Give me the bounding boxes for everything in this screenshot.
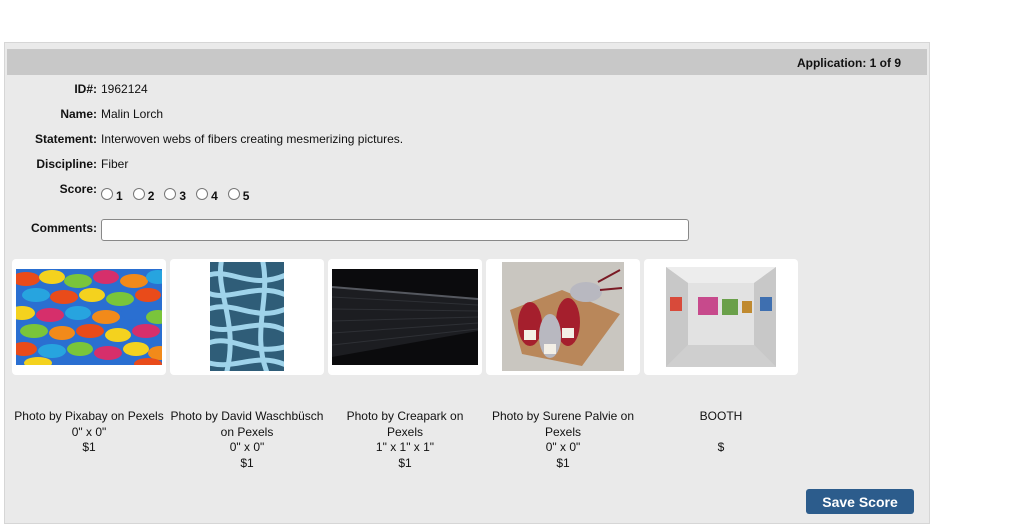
score-option-5[interactable]: 5 <box>227 187 249 203</box>
image-2-price: $1 <box>240 455 254 470</box>
statement-value: Interwoven webs of fibers creating mesme… <box>101 132 404 146</box>
image-5-price: $ <box>717 440 725 454</box>
discipline-value: Fiber <box>101 157 129 171</box>
radio-button[interactable] <box>227 188 240 200</box>
image-2-dimensions: 0" x 0" <box>229 440 265 454</box>
image-2-details: Photo by David Waschbüsch on Pexels 0" x… <box>170 409 324 471</box>
image-4-details: Photo by Surene Palvie on Pexels 0" x 0"… <box>486 409 640 471</box>
image-1-caption: Photo by Pixabay on Pexels <box>14 409 164 423</box>
carbon-fiber-photo <box>332 269 478 365</box>
image-3-details: Photo by Creapark on Pexels 1" x 1" x 1"… <box>328 409 482 471</box>
image-5-details: BOOTH $ <box>644 409 798 456</box>
radio-button[interactable] <box>196 188 209 200</box>
image-card-1[interactable] <box>12 259 166 375</box>
application-counter: Application: 1 of 9 <box>796 56 901 70</box>
comments-input[interactable] <box>101 219 689 241</box>
discipline-label: Discipline: <box>36 157 97 171</box>
score-option-2[interactable]: 2 <box>132 187 154 203</box>
image-4-dimensions: 0" x 0" <box>545 440 581 454</box>
application-panel: Application: 1 of 9 ID#: 1962124 Name: M… <box>4 42 930 524</box>
image-5-dimensions <box>644 425 798 441</box>
score-option-1[interactable]: 1 <box>101 187 123 203</box>
radio-button[interactable] <box>164 188 177 200</box>
panel-header: Application: 1 of 9 <box>7 49 927 75</box>
image-1-details: Photo by Pixabay on Pexels 0" x 0" $1 <box>12 409 166 456</box>
image-4-price: $1 <box>556 455 570 470</box>
image-4-caption: Photo by Surene Palvie on Pexels <box>491 409 635 439</box>
image-card-2[interactable] <box>170 259 324 375</box>
statement-label: Statement: <box>34 132 97 146</box>
radio-button[interactable] <box>132 188 145 200</box>
image-1-dimensions: 0" x 0" <box>71 424 107 439</box>
image-3-caption: Photo by Creapark on Pexels <box>346 409 464 439</box>
save-score-button[interactable]: Save Score <box>806 489 914 514</box>
id-value: 1962124 <box>101 82 148 96</box>
id-label: ID#: <box>74 82 97 96</box>
name-value: Malin Lorch <box>101 107 164 121</box>
image-3-dimensions: 1" x 1" x 1" <box>375 440 435 454</box>
score-option-3[interactable]: 3 <box>164 187 186 203</box>
image-card-3[interactable] <box>328 259 482 375</box>
name-label: Name: <box>60 107 97 121</box>
booth-photo <box>666 267 776 367</box>
image-5-caption: BOOTH <box>699 409 743 423</box>
image-3-price: $1 <box>398 455 412 470</box>
image-2-caption: Photo by David Waschbüsch on Pexels <box>170 409 324 439</box>
score-option-4[interactable]: 4 <box>196 187 218 203</box>
image-1-price: $1 <box>82 440 96 454</box>
score-radio-group: 1 2 3 4 5 <box>101 187 259 203</box>
yarn-skeins-photo <box>502 262 624 371</box>
score-label: Score: <box>59 182 97 196</box>
image-card-5[interactable] <box>644 259 798 375</box>
image-card-4[interactable] <box>486 259 640 375</box>
yarn-photo <box>16 269 162 365</box>
radio-button[interactable] <box>101 188 113 200</box>
rope-photo <box>210 262 284 371</box>
comments-label: Comments: <box>30 221 97 235</box>
